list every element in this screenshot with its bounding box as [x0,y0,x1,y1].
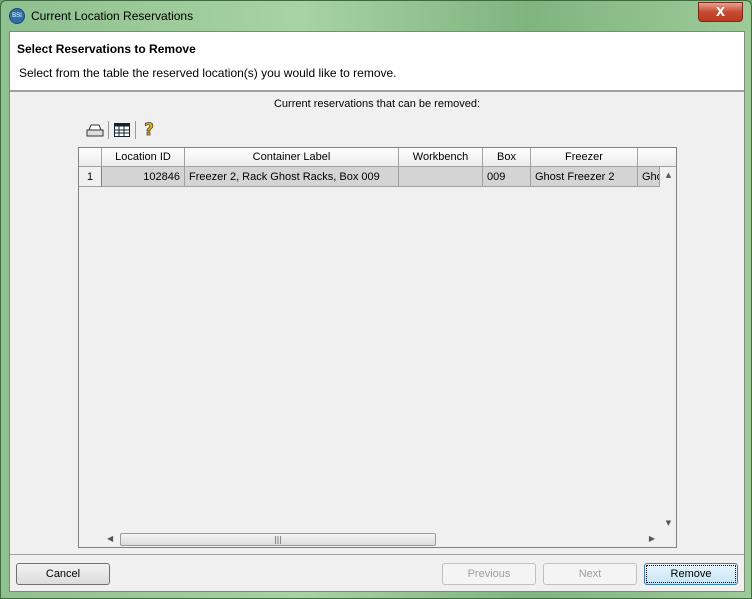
column-header[interactable]: Box [483,148,531,167]
title-bar: BSI Current Location Reservations [9,7,193,25]
reservations-table: Location ID Container Label Workbench Bo… [78,147,677,548]
window-title: Current Location Reservations [31,9,194,23]
previous-button[interactable]: Previous [442,563,536,585]
toolbar: ? [85,120,159,140]
header-panel: Select Reservations to Remove Select fro… [10,32,744,92]
column-header[interactable] [638,148,676,167]
dialog-body: Select Reservations to Remove Select fro… [9,31,745,592]
print-icon[interactable] [85,120,105,140]
extra-cell: Gho [638,167,660,187]
help-icon[interactable]: ? [139,120,159,141]
cancel-button[interactable]: Cancel [16,563,110,585]
scroll-up-icon[interactable]: ▲ [660,171,676,179]
column-header[interactable]: Container Label [185,148,399,167]
location-id-cell: 102846 [102,167,185,187]
horizontal-scrollbar[interactable]: ◀ ||| ▶ [102,531,660,547]
row-number: 1 [79,167,102,187]
toolbar-divider [108,121,109,139]
scroll-left-icon[interactable]: ◀ [107,534,113,543]
table-header: Location ID Container Label Workbench Bo… [79,148,676,167]
remove-button[interactable]: Remove [644,563,738,585]
column-header[interactable]: Location ID [102,148,185,167]
box-cell: 009 [483,167,531,187]
next-button[interactable]: Next [543,563,637,585]
dialog-window: BSI Current Location Reservations X Sele… [0,0,752,599]
corner-header [79,148,102,167]
column-header[interactable]: Workbench [399,148,483,167]
instructions: Select from the table the reserved locat… [19,66,397,80]
toolbar-divider [135,121,136,139]
table-caption: Current reservations that can be removed… [273,98,481,110]
table-icon[interactable] [112,120,132,140]
container-label-cell: Freezer 2, Rack Ghost Racks, Box 009 [185,167,399,187]
page-title: Select Reservations to Remove [17,42,196,56]
close-button[interactable]: X [698,2,743,22]
table-row[interactable]: 1 102846 Freezer 2, Rack Ghost Racks, Bo… [79,167,660,187]
freezer-cell: Ghost Freezer 2 [531,167,638,187]
vertical-scrollbar[interactable]: ▲ ▼ [660,167,676,531]
scroll-down-icon[interactable]: ▼ [660,519,676,527]
app-logo-icon: BSI [9,8,25,24]
scroll-thumb[interactable]: ||| [120,533,436,546]
column-header[interactable]: Freezer [531,148,638,167]
workbench-cell [399,167,483,187]
scroll-right-icon[interactable]: ▶ [649,534,655,543]
divider [10,554,744,555]
